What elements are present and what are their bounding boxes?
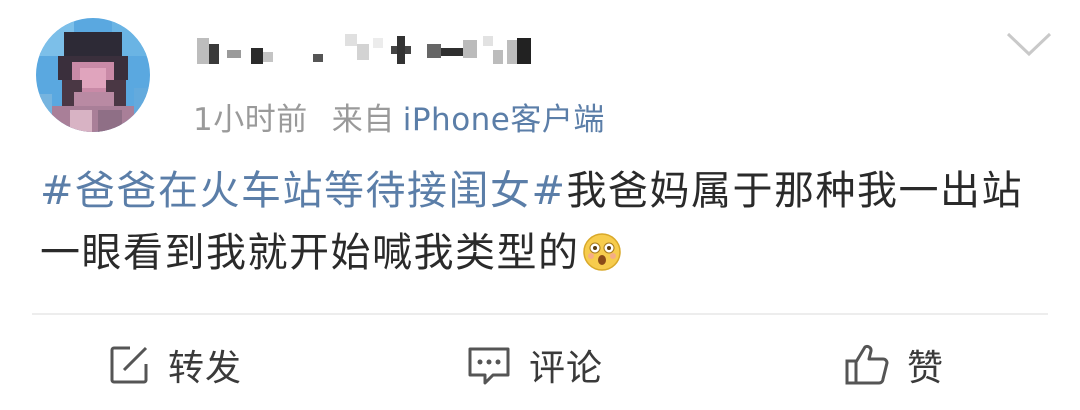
hashtag-link[interactable]: #爸爸在火车站等待接闺女# — [40, 168, 567, 214]
repost-icon — [106, 342, 152, 388]
repost-label: 转发 — [168, 348, 243, 389]
avatar[interactable] — [36, 18, 150, 132]
comment-button[interactable]: 评论 — [465, 330, 603, 400]
source-prefix: 来自 — [331, 102, 395, 138]
post-time: 1小时前 — [193, 102, 308, 138]
username-obscured[interactable] — [195, 30, 565, 70]
post-content: #爸爸在火车站等待接闺女#我爸妈属于那种我一出站一眼看到我就开始喊我类型的 — [40, 160, 1050, 284]
source-link[interactable]: iPhone客户端 — [403, 102, 605, 138]
comment-label: 评论 — [529, 348, 604, 389]
like-label: 赞 — [907, 348, 945, 389]
chevron-down-icon[interactable] — [1004, 26, 1054, 60]
divider — [32, 313, 1048, 315]
thumbs-up-icon — [843, 341, 891, 389]
repost-button[interactable]: 转发 — [106, 330, 242, 400]
comment-icon — [465, 342, 513, 388]
like-button[interactable]: 赞 — [843, 330, 944, 400]
weibo-post-card: 1小时前 来自 iPhone客户端 #爸爸在火车站等待接闺女#我爸妈属于那种我一出站… — [0, 0, 1080, 410]
post-meta: 1小时前 来自 iPhone客户端 — [193, 94, 605, 139]
action-bar: 转发 评论 赞 — [0, 330, 1080, 400]
dizzy-face-emoji-icon — [582, 228, 622, 271]
